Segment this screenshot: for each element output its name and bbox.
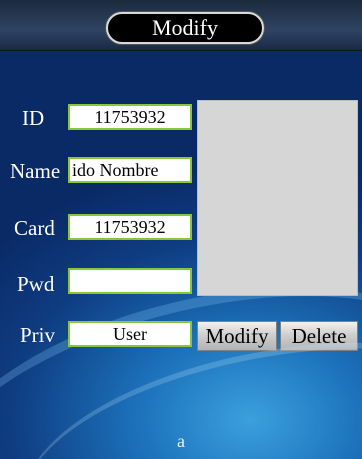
delete-button[interactable]: Delete: [280, 321, 358, 351]
name-field[interactable]: ido Nombre: [68, 157, 192, 183]
id-label: ID: [22, 106, 45, 130]
device-screen: Modify ID 11753932 Name ido Nombre Card …: [0, 0, 362, 459]
password-field[interactable]: [68, 268, 192, 294]
privilege-field[interactable]: User: [68, 321, 192, 347]
card-field[interactable]: 11753932: [68, 214, 192, 240]
photo-box: [197, 100, 358, 296]
card-label: Card: [14, 216, 55, 240]
id-field[interactable]: 11753932: [68, 104, 192, 130]
modify-button[interactable]: Modify: [197, 321, 277, 351]
name-label: Name: [10, 159, 61, 183]
page-title: Modify: [152, 15, 218, 40]
priv-label: Priv: [20, 323, 56, 347]
pwd-label: Pwd: [17, 272, 55, 296]
footer-text: a: [177, 431, 185, 451]
